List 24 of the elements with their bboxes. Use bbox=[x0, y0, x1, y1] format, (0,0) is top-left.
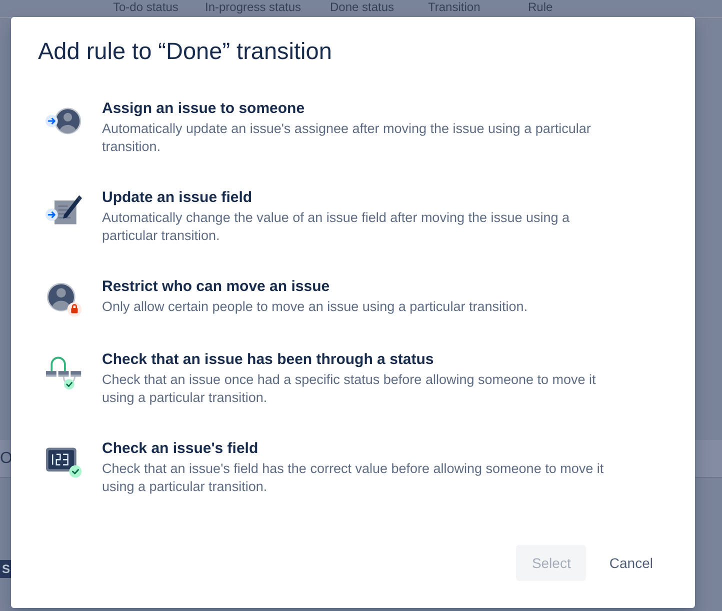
rule-option[interactable]: Restrict who can move an issue Only allow certain people to move an issue using a particular transition. bbox=[38, 276, 665, 318]
option-description: Automatically change the value of an issue field after moving the issue using a particular transition. bbox=[102, 209, 571, 245]
column-header: Transition bbox=[428, 0, 480, 16]
option-description: Only allow certain people to move an issue using a particular transition. bbox=[102, 298, 528, 316]
cancel-button[interactable]: Cancel bbox=[597, 545, 665, 581]
column-header: To-do status bbox=[113, 0, 178, 16]
rule-option[interactable]: Update an issue field Automatically change the value of an issue field after moving the issue using a particular transition. bbox=[38, 187, 665, 245]
person-lock-icon bbox=[45, 280, 83, 318]
option-description: Check that an issue once had a specific status before allowing someone to move it using a particular transition. bbox=[102, 371, 597, 407]
column-header: In-progress status bbox=[205, 0, 302, 16]
option-description: Automatically update an issue's assignee after moving the issue using a particular transition. bbox=[102, 120, 592, 156]
option-title: Check an issue's field bbox=[102, 439, 258, 459]
rule-option[interactable]: Assign an issue to someone Automatically update an issue's assignee after moving the issue using a particular transition. bbox=[38, 98, 665, 156]
letter-tag: S bbox=[0, 560, 12, 578]
rule-option[interactable]: Check that an issue has been through a status Check that an issue once had a specific status before allowing someone to move it using a particular transition. bbox=[38, 349, 665, 407]
dialog-title: Add rule to “Done” transition bbox=[38, 37, 332, 65]
option-title: Update an issue field bbox=[102, 188, 252, 208]
option-title: Assign an issue to someone bbox=[102, 99, 305, 119]
column-header: Rule bbox=[528, 0, 553, 16]
column-header: Done status bbox=[330, 0, 394, 16]
option-title: Restrict who can move an issue bbox=[102, 277, 330, 297]
option-title: Check that an issue has been through a status bbox=[102, 350, 434, 370]
option-description: Check that an issue's field has the correct value before allowing someone to move it using a particular transition. bbox=[102, 460, 605, 496]
rule-option[interactable]: Check an issue's field Check that an issue's field has the correct value before allowing someone to move it using a particular transition. bbox=[38, 438, 665, 496]
